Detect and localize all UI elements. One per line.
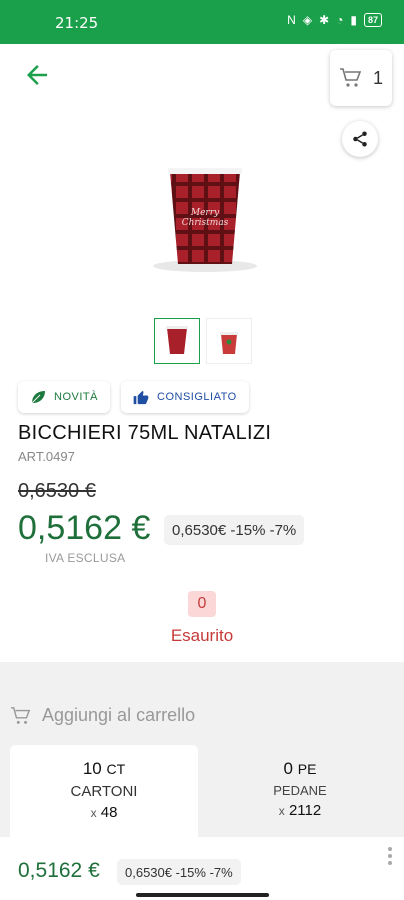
current-price: 0,5162 € [18, 509, 151, 547]
status-time: 21:25 [55, 14, 99, 32]
gesture-bar [136, 893, 269, 897]
leaf-icon [31, 391, 45, 404]
tax-note: IVA ESCLUSA [45, 551, 126, 565]
share-button[interactable] [342, 121, 378, 157]
unit-code: PE [297, 761, 317, 777]
thumbnail-2[interactable] [206, 318, 252, 364]
thumbnail-1[interactable] [154, 318, 200, 364]
thumbnail-cup-image [166, 326, 188, 354]
multiply-sign: x [90, 806, 97, 820]
unit-multiplier: x 48 [10, 804, 198, 821]
top-bar: 1 [0, 44, 404, 110]
badge-novita-label: NOVITÀ [54, 391, 98, 403]
unit-multiplier: x 2112 [206, 802, 394, 819]
bluetooth-icon: ✱ [319, 13, 330, 27]
add-to-cart-label: Aggiungi al carrello [42, 705, 196, 725]
vibrate-icon: ◈ [302, 13, 313, 27]
stock-status: Esaurito [170, 626, 234, 645]
cart-count: 1 [372, 67, 383, 88]
arrow-back-icon [27, 65, 47, 85]
unit-code: CT [106, 761, 126, 777]
unit-qty: 0 [283, 759, 294, 778]
product-image[interactable]: Merry Christmas [150, 160, 260, 280]
svg-text:Christmas: Christmas [182, 218, 229, 228]
thumbs-up-icon [133, 390, 149, 404]
footer-price: 0,5162 € [18, 859, 100, 882]
stock-quantity-badge: 0 [188, 591, 216, 617]
badge-novita: NOVITÀ [18, 381, 110, 413]
status-bar: 21:25 N ◈ ✱ ◔ ▮ 87 [0, 0, 404, 44]
cart-add-icon [10, 706, 31, 724]
share-icon [353, 131, 367, 147]
nfc-icon: N [287, 13, 296, 27]
more-vert-icon[interactable] [386, 847, 394, 865]
product-code: ART.0497 [18, 449, 75, 464]
discount-chip: 0,6530€ -15% -7% [164, 515, 305, 545]
svg-text:Merry: Merry [190, 208, 220, 218]
wifi-icon: ◔ [336, 13, 344, 27]
badge-consigliato-label: CONSIGLIATO [157, 391, 237, 403]
price-footer: 0,5162 € 0,6530€ -15% -7% [0, 837, 404, 900]
cup-image: Merry Christmas [153, 168, 257, 272]
product-title: BICCHIERI 75ML NATALIZI [18, 422, 272, 444]
back-button[interactable] [22, 60, 52, 90]
status-icons: N ◈ ✱ ◔ ▮ 87 [287, 13, 382, 27]
unit-qty-row: 0 PE [206, 759, 394, 779]
multiply-sign: x [278, 804, 285, 818]
unit-name: CARTONI [70, 783, 138, 800]
signal-icon: ▮ [350, 13, 357, 27]
badge-consigliato: CONSIGLIATO [121, 381, 249, 413]
unit-qty: 10 [82, 759, 102, 778]
unit-option-cartoni[interactable]: 10 CT CARTONI x 48 [10, 745, 198, 837]
unit-option-pedane[interactable]: 0 PE PEDANE x 2112 [206, 745, 394, 837]
cart-button[interactable]: 1 [330, 50, 392, 106]
unit-multiplier-value: 48 [100, 804, 118, 821]
add-to-cart-button[interactable]: Aggiungi al carrello [10, 705, 195, 726]
old-price: 0,6530 € [18, 480, 96, 502]
thumbnail-cup-alt-image [220, 332, 238, 354]
battery-icon: 87 [363, 13, 382, 27]
unit-qty-row: 10 CT [10, 759, 198, 779]
unit-multiplier-value: 2112 [288, 802, 322, 819]
footer-discount-chip: 0,6530€ -15% -7% [117, 859, 241, 885]
cart-icon [339, 68, 362, 87]
unit-name: PEDANE [273, 783, 327, 798]
